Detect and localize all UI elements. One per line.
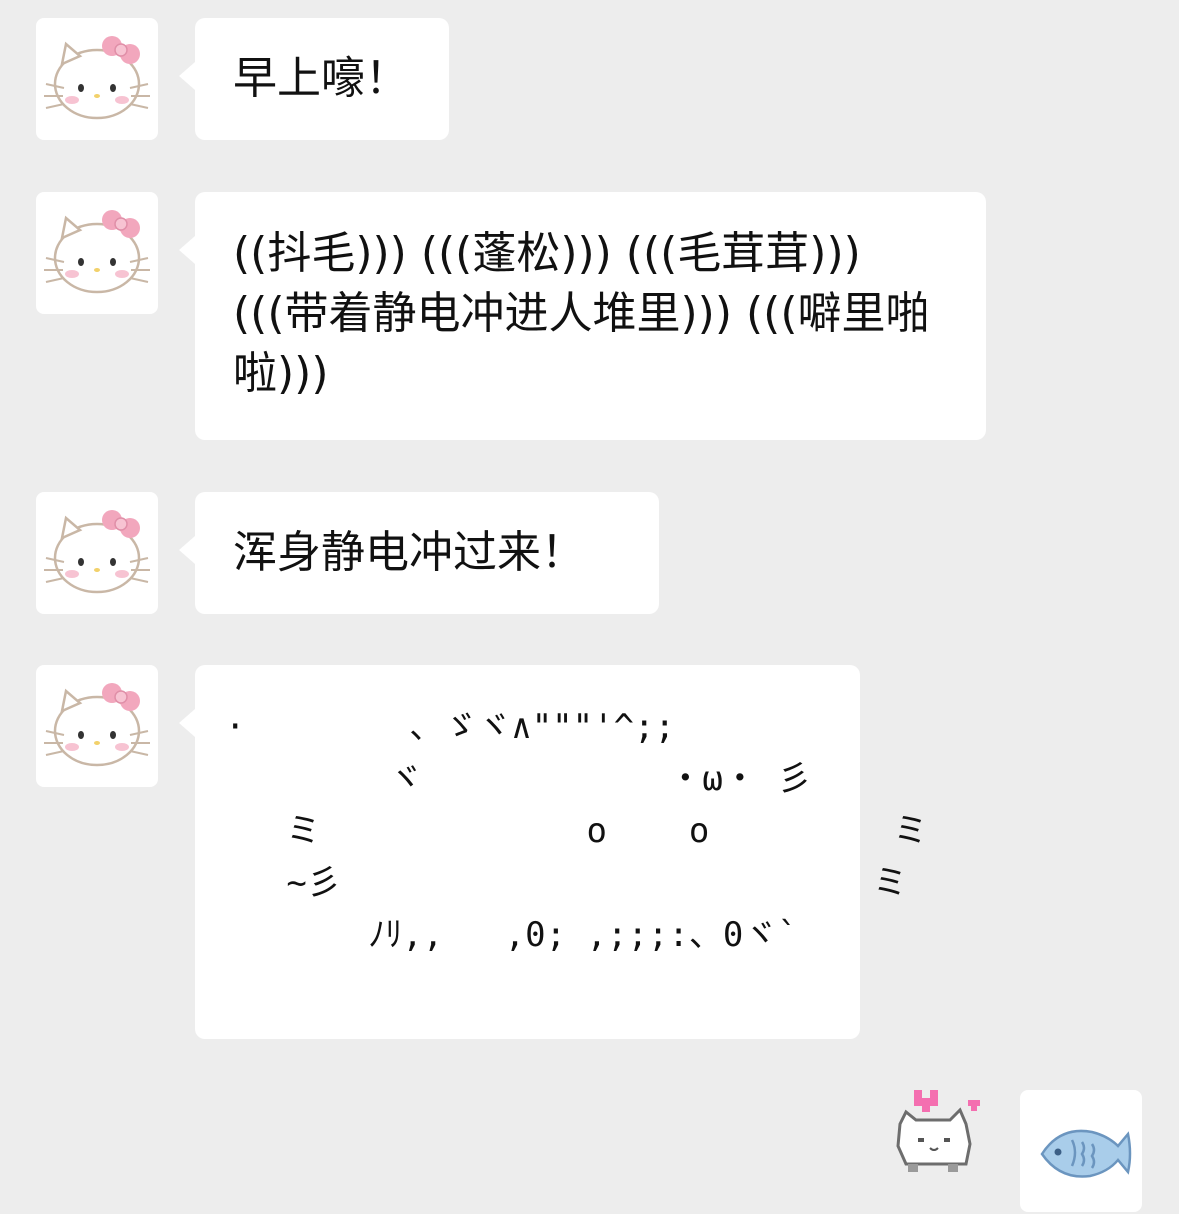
hello-kitty-icon — [44, 210, 150, 294]
sticker[interactable] — [886, 1084, 986, 1184]
kaomoji-text: · 、ゞヾ∧"""'^;; ヾ ・ω・ 彡 ミ o o ミ ~彡 ミ ﾉﾘ,, … — [225, 707, 928, 955]
message-text: ((抖毛))) (((蓬松))) (((毛茸茸))) (((带着静电冲进人堆里)… — [233, 228, 930, 399]
hello-kitty-icon — [44, 510, 150, 594]
message-bubble[interactable]: · 、ゞヾ∧"""'^;; ヾ ・ω・ 彡 ミ o o ミ ~彡 ミ ﾉﾘ,, … — [179, 665, 928, 1039]
message-bubble[interactable]: 早上嚎！ — [179, 18, 449, 140]
contact-avatar[interactable] — [36, 665, 158, 787]
contact-avatar[interactable] — [36, 192, 158, 314]
hello-kitty-icon — [44, 683, 150, 767]
fish-icon — [1040, 1129, 1132, 1178]
message-text: 浑身静电冲过来！ — [233, 527, 585, 578]
pixel-cat-heart-icon — [896, 1090, 980, 1172]
hello-kitty-icon — [44, 36, 150, 120]
my-avatar[interactable] — [1020, 1090, 1142, 1212]
message-text: 早上嚎！ — [233, 53, 409, 104]
contact-avatar[interactable] — [36, 492, 158, 614]
message-bubble[interactable]: ((抖毛))) (((蓬松))) (((毛茸茸))) (((带着静电冲进人堆里)… — [179, 192, 986, 440]
message-bubble[interactable]: 浑身静电冲过来！ — [179, 492, 659, 614]
contact-avatar[interactable] — [36, 18, 158, 140]
